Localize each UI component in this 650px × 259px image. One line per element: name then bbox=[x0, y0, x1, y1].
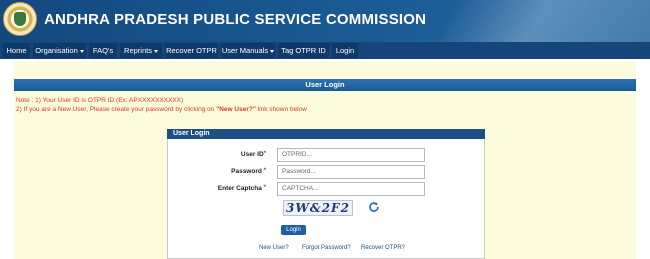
user-id-label: User ID* bbox=[176, 151, 266, 158]
nav-faqs[interactable]: FAQ's bbox=[89, 43, 117, 58]
password-label: Password * bbox=[176, 168, 266, 175]
captcha-image: 3W&2F2 bbox=[283, 200, 353, 216]
note-line-2-c: link shown below bbox=[255, 106, 307, 113]
section-title: User Login bbox=[305, 80, 345, 89]
new-user-link[interactable]: New User? bbox=[259, 245, 289, 251]
nav-user-manuals-label: User Manuals bbox=[221, 46, 269, 55]
emblem-center bbox=[14, 12, 26, 26]
nav-user-manuals[interactable]: User Manuals bbox=[221, 43, 275, 58]
nav-tag-otpr-id-label: Tag OTPR ID bbox=[281, 46, 326, 55]
nav-reprints[interactable]: Reprints bbox=[120, 43, 162, 58]
nav-recover-otpr-label: Recover OTPR bbox=[166, 46, 217, 55]
refresh-captcha-icon[interactable] bbox=[368, 201, 380, 213]
header-decoration bbox=[440, 0, 650, 42]
password-label-text: Password bbox=[231, 168, 262, 175]
chevron-down-icon bbox=[79, 49, 84, 53]
nav-tag-otpr-id[interactable]: Tag OTPR ID bbox=[278, 43, 329, 58]
recover-otpr-link[interactable]: Recover OTPR? bbox=[361, 245, 405, 251]
site-title: ANDHRA PRADESH PUBLIC SERVICE COMMISSION bbox=[44, 11, 427, 28]
nav-login-label: Login bbox=[335, 46, 355, 55]
user-id-label-text: User ID bbox=[240, 151, 264, 158]
note-new-user-emphasis: "New User?" bbox=[216, 106, 256, 113]
nav-organisation-label: Organisation bbox=[35, 46, 78, 55]
nav-home-label: Home bbox=[6, 46, 27, 55]
required-mark: * bbox=[263, 151, 266, 157]
login-note: Note : 1) Your User ID is OTPR ID (Ex: A… bbox=[16, 96, 307, 114]
note-line-1: Note : 1) Your User ID is OTPR ID (Ex: A… bbox=[16, 97, 184, 104]
nav-login[interactable]: Login bbox=[332, 43, 358, 58]
user-id-input[interactable]: OTPRID... bbox=[277, 148, 425, 162]
required-mark: * bbox=[263, 185, 266, 191]
nav-organisation[interactable]: Organisation bbox=[33, 43, 86, 58]
captcha-input[interactable]: CAPTCHA... bbox=[277, 182, 425, 196]
note-line-2: 2) If you are a New User, Please create … bbox=[16, 105, 307, 114]
login-box-title: User Login bbox=[167, 129, 485, 139]
apsc-emblem-icon[interactable] bbox=[3, 2, 37, 36]
section-title-bar: User Login bbox=[14, 79, 636, 91]
captcha-label-text: Enter Captcha bbox=[217, 185, 262, 192]
nav-home[interactable]: Home bbox=[3, 43, 30, 58]
login-button[interactable]: Login bbox=[281, 225, 306, 235]
nav-reprints-label: Reprints bbox=[124, 46, 152, 55]
required-mark: * bbox=[263, 168, 266, 174]
password-input[interactable]: Password... bbox=[277, 165, 425, 179]
note-line-2-a: 2) If you are a New User, Please create … bbox=[16, 106, 217, 113]
nav-recover-otpr[interactable]: Recover OTPR bbox=[165, 43, 218, 58]
nav-faqs-label: FAQ's bbox=[92, 46, 114, 55]
chevron-down-icon bbox=[153, 49, 158, 53]
chevron-down-icon bbox=[270, 49, 275, 53]
forgot-password-link[interactable]: Forgot Password? bbox=[302, 245, 351, 251]
captcha-label: Enter Captcha * bbox=[176, 185, 266, 192]
